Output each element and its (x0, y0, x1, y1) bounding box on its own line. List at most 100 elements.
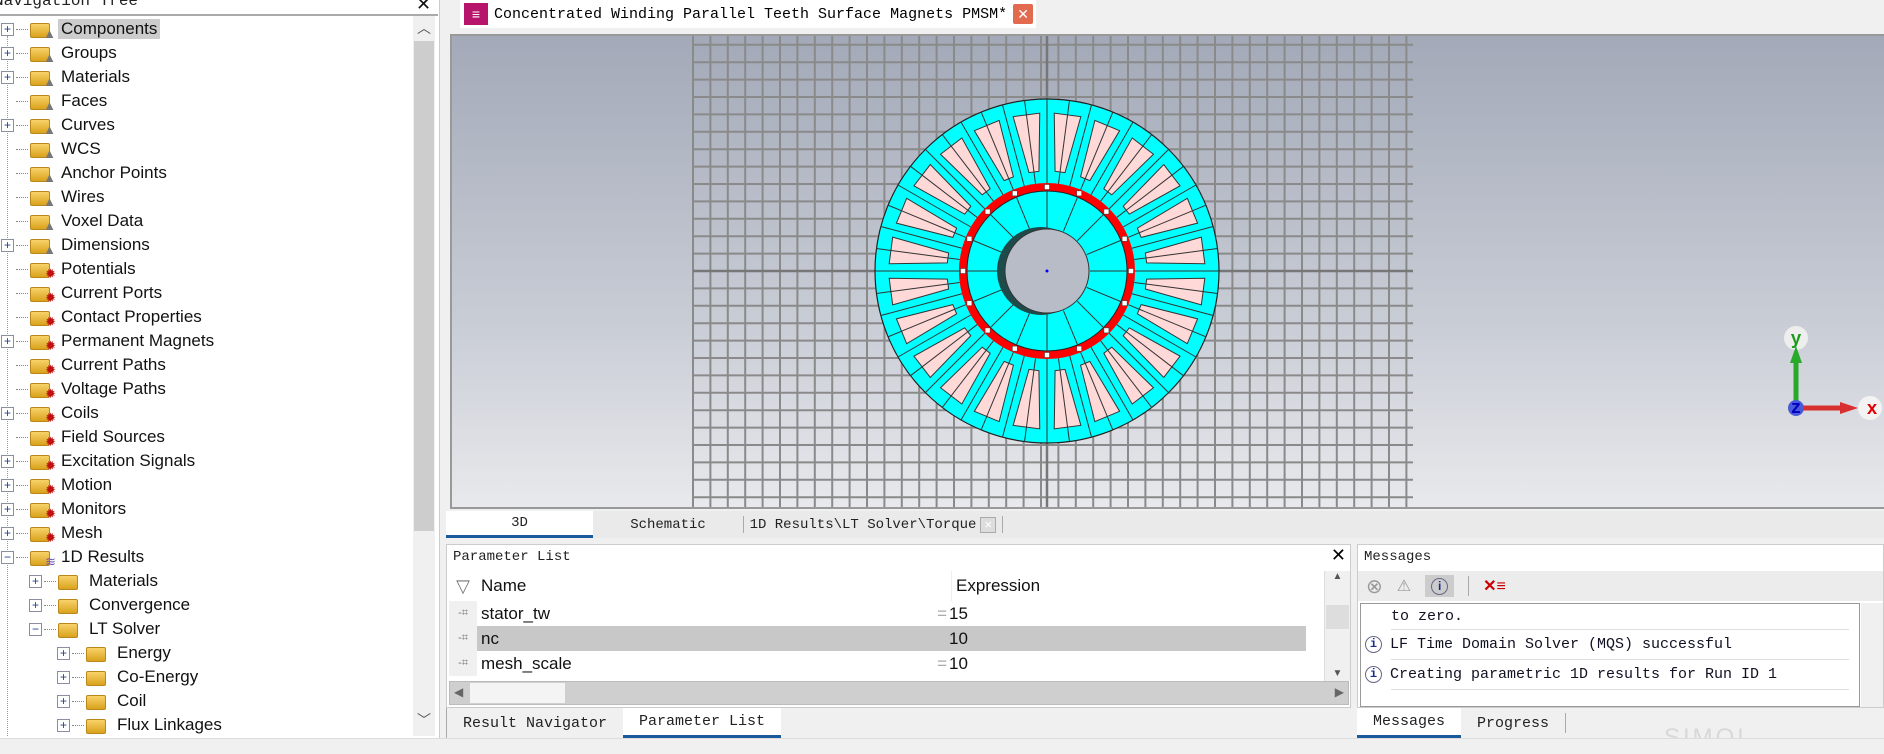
equals-sign: = (937, 653, 947, 673)
expand-icon[interactable]: + (57, 646, 70, 660)
tree-item[interactable]: ▲ Voxel Data (1, 209, 146, 233)
model-view[interactable]: y x z (452, 36, 1884, 509)
tree-item[interactable]: ▲ Faces (1, 89, 110, 113)
expand-icon[interactable]: + (1, 478, 14, 492)
tree-item[interactable]: ✹ Contact Properties (1, 305, 205, 329)
parameter-expression[interactable]: = 15 (933, 601, 1306, 626)
folder-shape-icon: ▲ (30, 212, 56, 232)
tree-item[interactable]: ▲ Anchor Points (1, 161, 170, 185)
expand-icon[interactable]: + (29, 598, 42, 612)
expand-icon[interactable]: + (1, 406, 14, 420)
expand-icon[interactable]: + (1, 46, 14, 60)
tree-item[interactable]: ✹ Current Ports (1, 281, 165, 305)
parameter-expression[interactable]: 10 (933, 626, 1306, 651)
vertical-scrollbar[interactable]: ▲ ▼ (1324, 571, 1350, 681)
scrollbar[interactable]: ︿ ﹀ (413, 16, 435, 736)
tab-3d[interactable]: 3D (446, 511, 593, 538)
tab-result-navigator[interactable]: Result Navigator (446, 708, 623, 738)
parameter-table: ▽ Name Expression -⌗ stator_tw = 15 -⌗ nc … (449, 571, 1324, 676)
tree-item[interactable]: + Flux Linkages (57, 713, 225, 736)
tree-item[interactable]: + ▲ Groups (1, 41, 120, 65)
collapse-icon[interactable]: − (29, 622, 42, 636)
close-icon[interactable]: ✕ (1331, 545, 1346, 566)
arrow-down-icon[interactable]: ▼ (1325, 668, 1350, 679)
tree-item-label: Materials (89, 571, 158, 590)
tree-item[interactable]: ✹ Voltage Paths (1, 377, 169, 401)
message-item[interactable]: to zero. (1391, 604, 1849, 630)
chevron-up-icon[interactable]: ︿ (417, 18, 431, 38)
tree-item[interactable]: ✹ Current Paths (1, 353, 169, 377)
expand-icon[interactable]: + (57, 670, 70, 684)
tree-item[interactable]: + Energy (57, 641, 174, 665)
expand-icon[interactable]: + (1, 22, 14, 36)
tree-item[interactable]: + ✹ Monitors (1, 497, 129, 521)
tab-progress[interactable]: Progress (1461, 713, 1567, 733)
tree-item[interactable]: + ✹ Mesh (1, 521, 106, 545)
collapse-icon[interactable]: − (1, 550, 14, 564)
scrollbar-thumb[interactable] (470, 683, 565, 703)
tree-item[interactable]: + ✹ Permanent Magnets (1, 329, 217, 353)
tree-item[interactable]: + ✹ Excitation Signals (1, 449, 198, 473)
close-icon[interactable]: ✕ (416, 0, 431, 15)
expand-icon[interactable]: + (1, 502, 14, 516)
message-item[interactable]: i LF Time Domain Solver (MQS) successful (1365, 630, 1849, 660)
expand-icon[interactable]: + (57, 694, 70, 708)
parameter-expression[interactable]: = 10 (933, 651, 1306, 676)
info-filter-icon[interactable]: i (1425, 575, 1455, 597)
tree-item[interactable]: − LT Solver (29, 617, 163, 641)
error-filter-icon[interactable]: ⊗ (1366, 574, 1383, 599)
warning-filter-icon[interactable]: ⚠ (1397, 576, 1411, 596)
tab-messages[interactable]: Messages (1357, 708, 1462, 738)
arrow-left-icon[interactable]: ◀ (454, 685, 463, 699)
tree-item[interactable]: + ▲ Components (1, 17, 161, 41)
expand-icon[interactable]: + (1, 526, 14, 540)
column-header-expression[interactable]: Expression (951, 571, 1324, 601)
tree-item[interactable]: + ✹ Coils (1, 401, 102, 425)
tree-item[interactable]: + ▲ Materials (1, 65, 133, 89)
expand-icon[interactable]: + (1, 334, 14, 348)
expand-icon[interactable]: + (57, 718, 70, 732)
tree-item[interactable]: + ✹ Motion (1, 473, 115, 497)
table-row[interactable]: -⌗ mesh_scale = 10 (449, 651, 1324, 676)
tree-item[interactable]: ▲ Wires (1, 185, 107, 209)
tree-item[interactable]: + ▲ Dimensions (1, 233, 153, 257)
tree-item[interactable]: ✹ Potentials (1, 257, 139, 281)
tree-item[interactable]: ▲ WCS (1, 137, 104, 161)
expand-icon[interactable]: + (1, 118, 14, 132)
tree-item[interactable]: − ≋ 1D Results (1, 545, 147, 569)
table-row[interactable]: -⌗ stator_tw = 15 (449, 601, 1324, 626)
tree-item[interactable]: + Coil (57, 689, 149, 713)
chevron-down-icon[interactable]: ﹀ (417, 710, 431, 730)
expand-icon[interactable]: + (29, 574, 42, 588)
filter-icon[interactable]: ▽ (449, 571, 477, 601)
close-icon[interactable]: ✕ (980, 516, 997, 533)
document-tab[interactable]: ≡ Concentrated Winding Parallel Teeth Su… (460, 0, 1036, 28)
magnet-gap (966, 236, 973, 242)
expand-icon[interactable]: + (1, 454, 14, 468)
message-item[interactable]: i Creating parametric 1D results for Run … (1365, 660, 1849, 690)
parameter-name[interactable]: stator_tw (477, 601, 951, 626)
tree-item[interactable]: + Co-Energy (57, 665, 201, 689)
3d-viewport[interactable]: y x z (450, 34, 1884, 509)
tree-item[interactable]: + ▲ Curves (1, 113, 118, 137)
horizontal-scrollbar[interactable]: ◀ ▶ (449, 681, 1349, 705)
tree-item[interactable]: ✹ Field Sources (1, 425, 168, 449)
scrollbar-thumb[interactable] (1326, 605, 1349, 629)
arrow-up-icon[interactable]: ▲ (1325, 571, 1350, 582)
parameter-name[interactable]: mesh_scale (477, 651, 951, 676)
scrollbar-thumb[interactable] (414, 41, 434, 531)
clear-messages-icon[interactable]: ✕≡ (1483, 576, 1506, 596)
column-header-name[interactable]: Name (477, 571, 951, 601)
expand-icon[interactable]: + (1, 238, 14, 252)
tree-item[interactable]: + Convergence (29, 593, 193, 617)
tab-parameter-list[interactable]: Parameter List (623, 708, 782, 738)
table-row[interactable]: -⌗ nc 10 (449, 626, 1324, 651)
expand-icon[interactable]: + (1, 70, 14, 84)
arrow-right-icon[interactable]: ▶ (1335, 685, 1344, 699)
parameter-name[interactable]: nc (477, 626, 951, 651)
vertical-scrollbar[interactable] (1861, 603, 1883, 707)
tab-torque[interactable]: 1D Results\LT Solver\Torque ✕ (743, 516, 1003, 533)
close-icon[interactable]: ✕ (1013, 4, 1034, 24)
tab-schematic[interactable]: Schematic (593, 511, 743, 538)
tree-item[interactable]: + Materials (29, 569, 161, 593)
